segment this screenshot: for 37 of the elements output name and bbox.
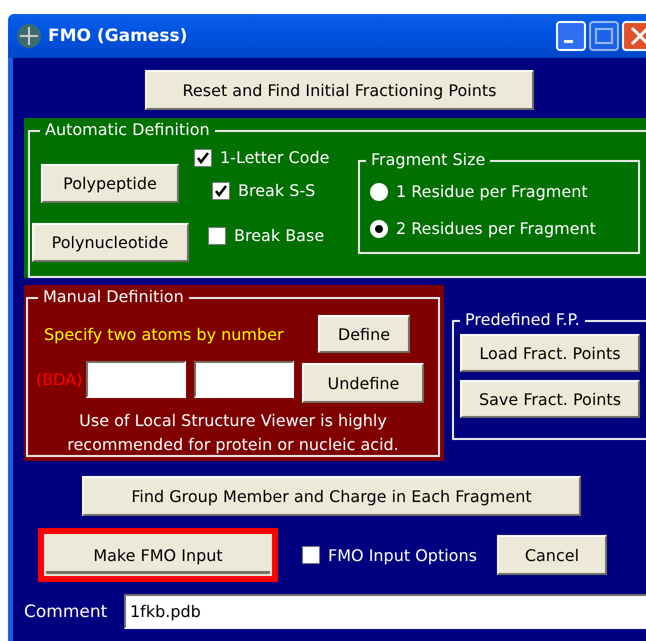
checkbox-label: Break Base [234,226,324,245]
minimize-button[interactable] [556,21,586,51]
undefine-button[interactable]: Undefine [302,363,424,403]
close-icon [630,26,646,46]
radio-button[interactable] [370,182,388,200]
checkbox-label: Break S-S [238,181,316,200]
comment-field[interactable]: 1fkb.pdb [124,594,646,629]
define-button[interactable]: Define [318,315,410,353]
cancel-button[interactable]: Cancel [496,535,607,575]
radio-label: 2 Residues per Fragment [396,219,596,238]
checkbox-label: FMO Input Options [328,546,477,564]
radio-label: 1 Residue per Fragment [396,182,588,201]
crosshair-icon [16,23,42,49]
make-input-button[interactable]: Make FMO Input [38,528,278,582]
checkbox[interactable] [208,226,226,244]
fract-points-button[interactable]: Save Fract. Points [460,380,640,418]
instruction-text: Specify two atoms by number [44,324,285,344]
atom-field[interactable] [194,360,294,398]
group-title: Fragment Size [366,150,490,169]
atom-field[interactable] [86,360,186,398]
reset-button[interactable]: Reset and Find Initial Fractioning Points [145,70,534,110]
polypeptide-button[interactable]: Polypeptide [41,164,179,203]
polynucleotide-button[interactable]: Polynucleotide [32,223,188,262]
checkbox-label: 1-Letter Code [220,148,330,167]
checkbox[interactable] [212,182,230,200]
window-title: FMO (Gamess) [48,26,188,46]
find-group-button[interactable]: Find Group Member and Charge in Each Fragment [82,476,581,516]
note-text: Use of Local Structure Viewer is highly recommended for protein or nucleic acid. [66,410,400,456]
fract-points-button[interactable]: Load Fract. Points [460,334,640,372]
comment-label: Comment [24,602,108,622]
maximize-icon [595,28,613,44]
checkbox[interactable] [302,546,320,564]
bda-label: (BDA) [36,370,82,388]
checkbox[interactable] [194,148,212,166]
maximize-button[interactable] [589,21,619,51]
radio-button[interactable] [370,220,388,238]
minimize-icon [564,40,572,42]
